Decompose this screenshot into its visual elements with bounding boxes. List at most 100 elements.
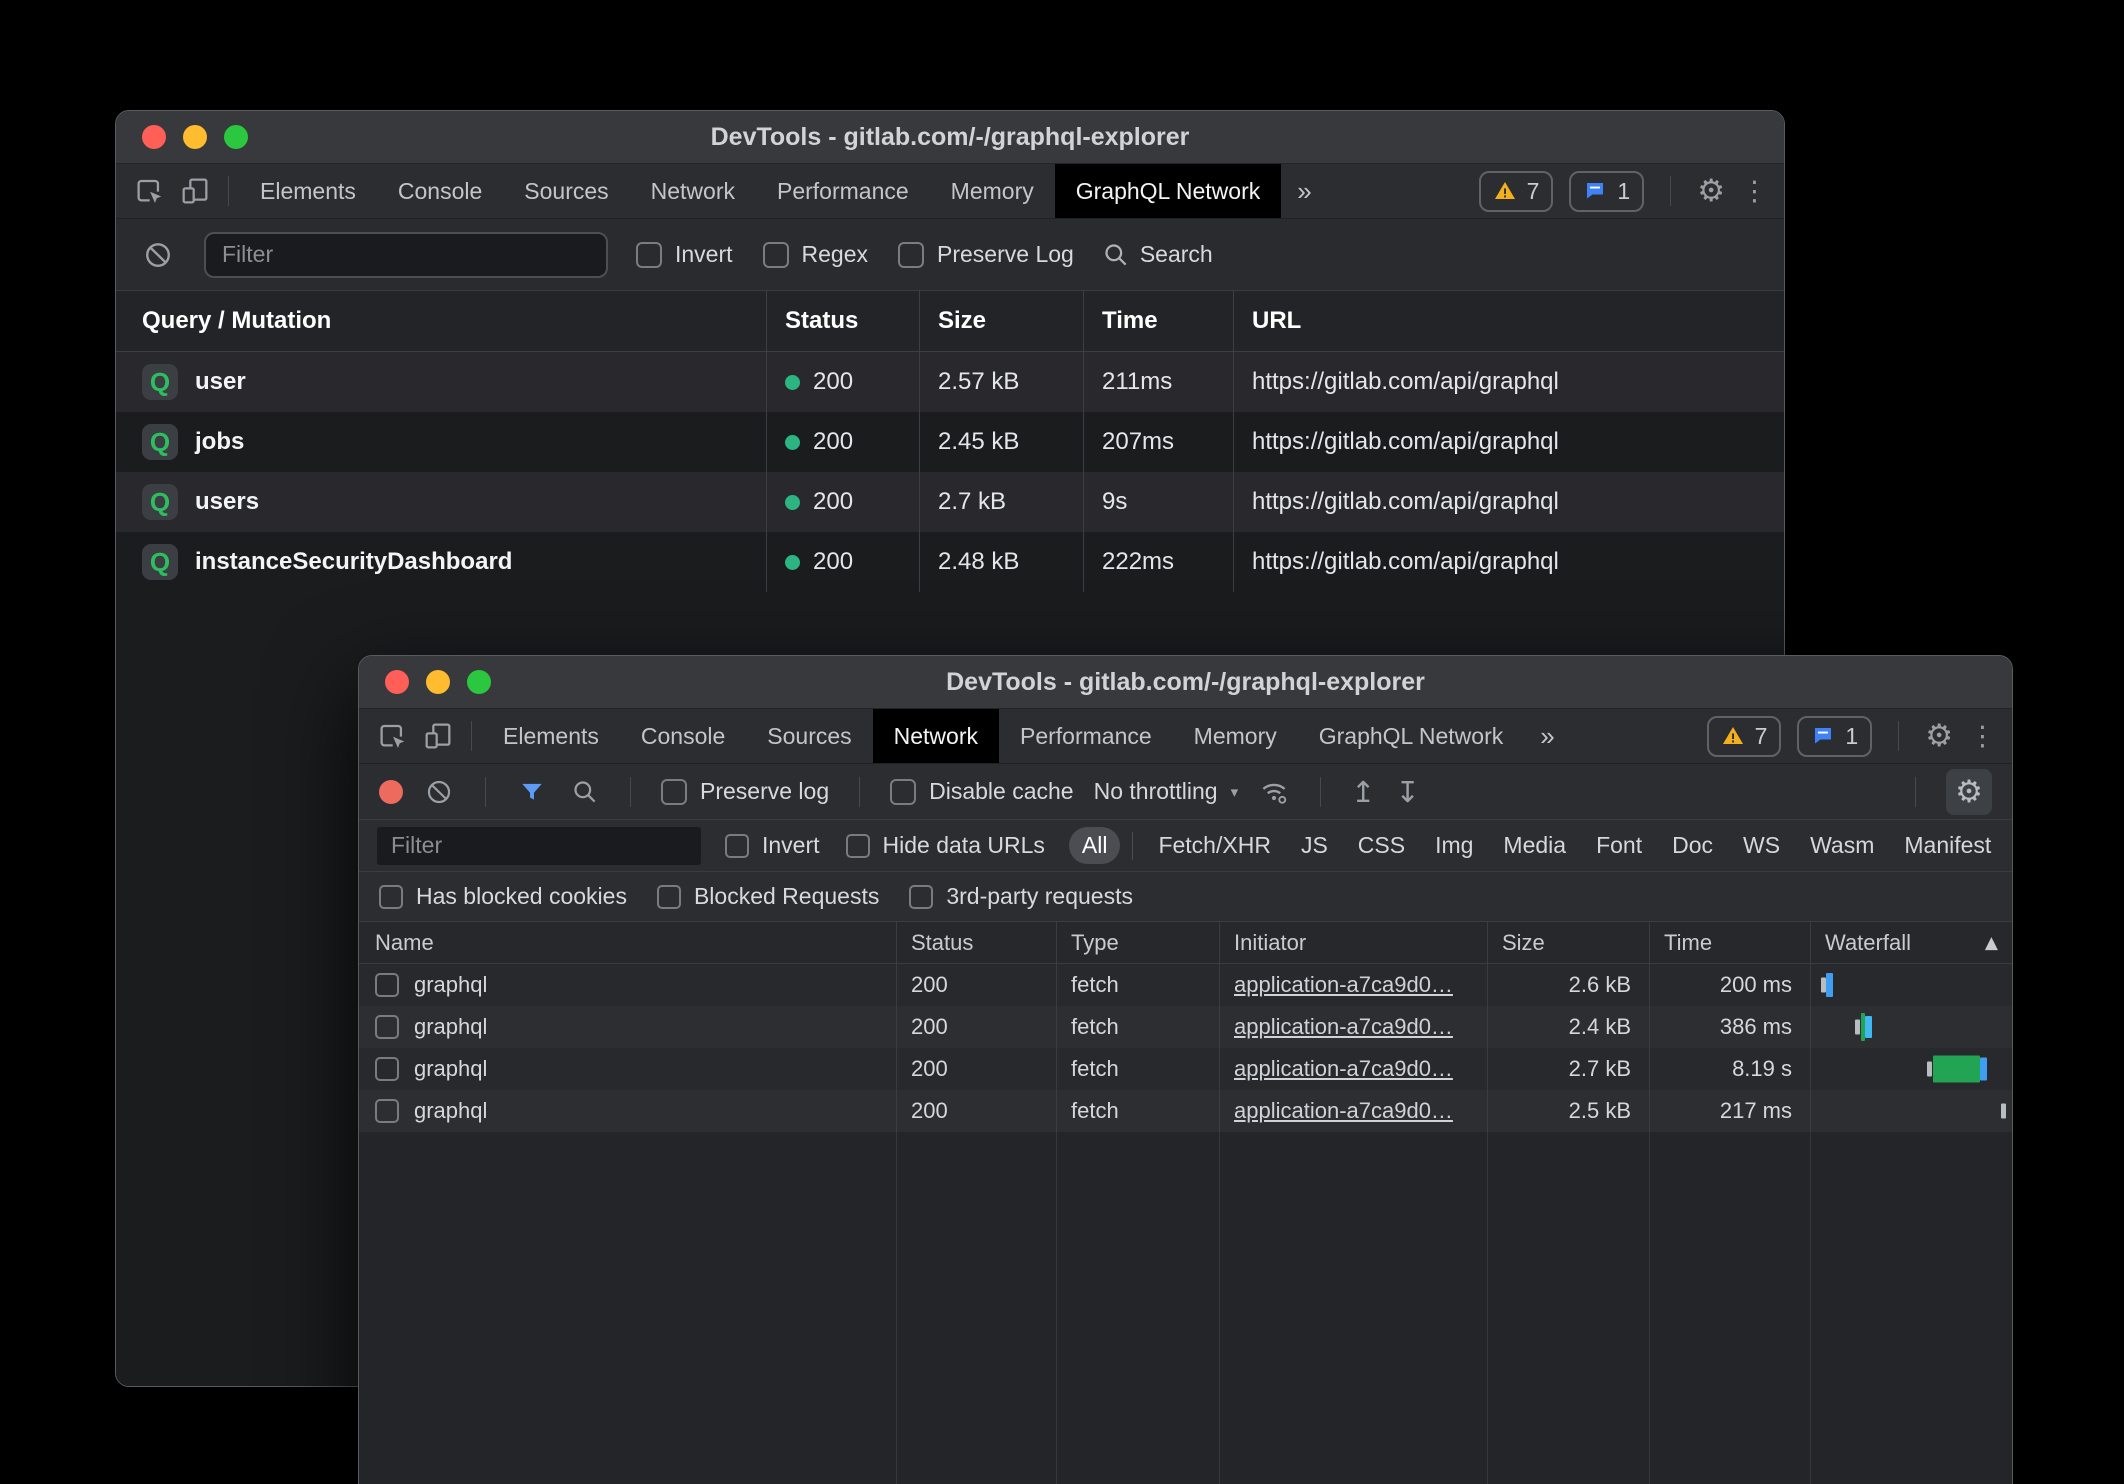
type-filter-css[interactable]: CSS [1345,827,1418,864]
tab-console[interactable]: Console [377,164,503,218]
warnings-badge[interactable]: 7 [1707,716,1782,757]
export-har-icon[interactable]: ↧ [1395,775,1419,809]
tab-network[interactable]: Network [630,164,756,218]
invert-checkbox[interactable]: Invert [725,832,820,859]
filter-funnel-icon[interactable] [516,776,548,808]
has-blocked-cookies-checkbox[interactable]: Has blocked cookies [379,883,627,910]
filter-input[interactable] [377,827,701,865]
warnings-badge[interactable]: 7 [1479,171,1554,212]
close-button[interactable] [385,670,409,694]
column-header-waterfall[interactable]: Waterfall▲ [1810,922,2012,963]
tab-network[interactable]: Network [873,709,999,763]
disable-cache-checkbox[interactable]: Disable cache [890,778,1073,805]
type-filter-manifest[interactable]: Manifest [1891,827,2004,864]
filter-input[interactable] [204,232,608,278]
column-header-status[interactable]: Status [896,922,1056,963]
type-filter-all[interactable]: All [1069,827,1121,864]
zoom-button[interactable] [467,670,491,694]
row-checkbox[interactable] [375,973,399,997]
more-tabs-icon[interactable]: » [1281,164,1327,218]
table-row[interactable]: graphql200fetchapplication-a7ca9d0…2.6 k… [359,964,2012,1006]
tab-performance[interactable]: Performance [999,709,1173,763]
tab-graphql-network[interactable]: GraphQL Network [1298,709,1525,763]
titlebar[interactable]: DevTools - gitlab.com/-/graphql-explorer [359,656,2012,709]
close-button[interactable] [142,125,166,149]
initiator-link[interactable]: application-a7ca9d0… [1234,1098,1453,1124]
tab-sources[interactable]: Sources [503,164,629,218]
invert-checkbox[interactable]: Invert [636,241,733,268]
issues-badge[interactable]: 1 [1569,171,1644,212]
tab-performance[interactable]: Performance [756,164,930,218]
column-header-status[interactable]: Status [766,291,919,351]
clear-icon[interactable] [423,776,455,808]
settings-gear-icon[interactable]: ⚙ [1697,173,1725,209]
row-checkbox[interactable] [375,1057,399,1081]
column-header-time[interactable]: Time [1649,922,1810,963]
tab-sources[interactable]: Sources [746,709,872,763]
divider [1670,176,1671,206]
type-filter-img[interactable]: Img [1422,827,1486,864]
table-row[interactable]: graphql200fetchapplication-a7ca9d0…2.7 k… [359,1048,2012,1090]
type-filter-other[interactable]: Other [2008,827,2013,864]
column-header-size[interactable]: Size [1487,922,1649,963]
search-control[interactable]: Search [1102,241,1213,268]
type-filter-font[interactable]: Font [1583,827,1655,864]
column-header-initiator[interactable]: Initiator [1219,922,1487,963]
tab-elements[interactable]: Elements [239,164,377,218]
initiator-link[interactable]: application-a7ca9d0… [1234,972,1453,998]
table-row[interactable]: QinstanceSecurityDashboard2002.48 kB222m… [116,532,1784,592]
tab-graphql-network[interactable]: GraphQL Network [1055,164,1282,218]
table-row[interactable]: Quser2002.57 kB211mshttps://gitlab.com/a… [116,352,1784,412]
column-header-type[interactable]: Type [1056,922,1219,963]
column-header-name[interactable]: Name [359,922,896,963]
throttling-select[interactable]: No throttling ▾ [1094,778,1239,805]
regex-checkbox[interactable]: Regex [763,241,868,268]
import-har-icon[interactable]: ↥ [1351,775,1375,809]
tab-memory[interactable]: Memory [930,164,1055,218]
table-row[interactable]: Qusers2002.7 kB9shttps://gitlab.com/api/… [116,472,1784,532]
preserve-log-checkbox[interactable]: Preserve Log [898,241,1074,268]
clear-icon[interactable] [140,233,176,277]
device-toolbar-icon[interactable] [172,169,218,213]
tab-console[interactable]: Console [620,709,746,763]
tab-elements[interactable]: Elements [482,709,620,763]
table-row[interactable]: graphql200fetchapplication-a7ca9d0…2.4 k… [359,1006,2012,1048]
titlebar[interactable]: DevTools - gitlab.com/-/graphql-explorer [116,111,1784,164]
type-filter-fetch-xhr[interactable]: Fetch/XHR [1145,827,1283,864]
column-header-time[interactable]: Time [1083,291,1233,351]
initiator-link[interactable]: application-a7ca9d0… [1234,1056,1453,1082]
more-options-icon[interactable]: ⋮ [1741,176,1768,207]
minimize-button[interactable] [426,670,450,694]
column-header-url[interactable]: URL [1233,291,1784,351]
settings-gear-icon[interactable]: ⚙ [1925,718,1953,754]
row-checkbox[interactable] [375,1099,399,1123]
more-options-icon[interactable]: ⋮ [1969,721,1996,752]
inspect-element-icon[interactable] [369,714,415,758]
type-filter-doc[interactable]: Doc [1659,827,1726,864]
table-row[interactable]: Qjobs2002.45 kB207mshttps://gitlab.com/a… [116,412,1784,472]
hide-data-urls-checkbox[interactable]: Hide data URLs [846,832,1045,859]
column-header-query-mutation[interactable]: Query / Mutation [116,291,766,351]
type-filter-js[interactable]: JS [1288,827,1341,864]
preserve-log-checkbox[interactable]: Preserve log [661,778,829,805]
3rd-party-requests-checkbox[interactable]: 3rd-party requests [909,883,1133,910]
column-header-size[interactable]: Size [919,291,1083,351]
inspect-element-icon[interactable] [126,169,172,213]
initiator-link[interactable]: application-a7ca9d0… [1234,1014,1453,1040]
minimize-button[interactable] [183,125,207,149]
blocked-requests-checkbox[interactable]: Blocked Requests [657,883,879,910]
issues-badge[interactable]: 1 [1797,716,1872,757]
network-conditions-icon[interactable] [1258,776,1290,808]
type-filter-ws[interactable]: WS [1730,827,1793,864]
tab-memory[interactable]: Memory [1173,709,1298,763]
row-checkbox[interactable] [375,1015,399,1039]
search-icon[interactable] [568,776,600,808]
type-filter-media[interactable]: Media [1490,827,1579,864]
type-filter-wasm[interactable]: Wasm [1797,827,1887,864]
device-toolbar-icon[interactable] [415,714,461,758]
zoom-button[interactable] [224,125,248,149]
more-tabs-icon[interactable]: » [1524,709,1570,763]
network-settings-button[interactable]: ⚙ [1946,769,1992,815]
record-network-log-icon[interactable] [379,780,403,804]
table-row[interactable]: graphql200fetchapplication-a7ca9d0…2.5 k… [359,1090,2012,1132]
